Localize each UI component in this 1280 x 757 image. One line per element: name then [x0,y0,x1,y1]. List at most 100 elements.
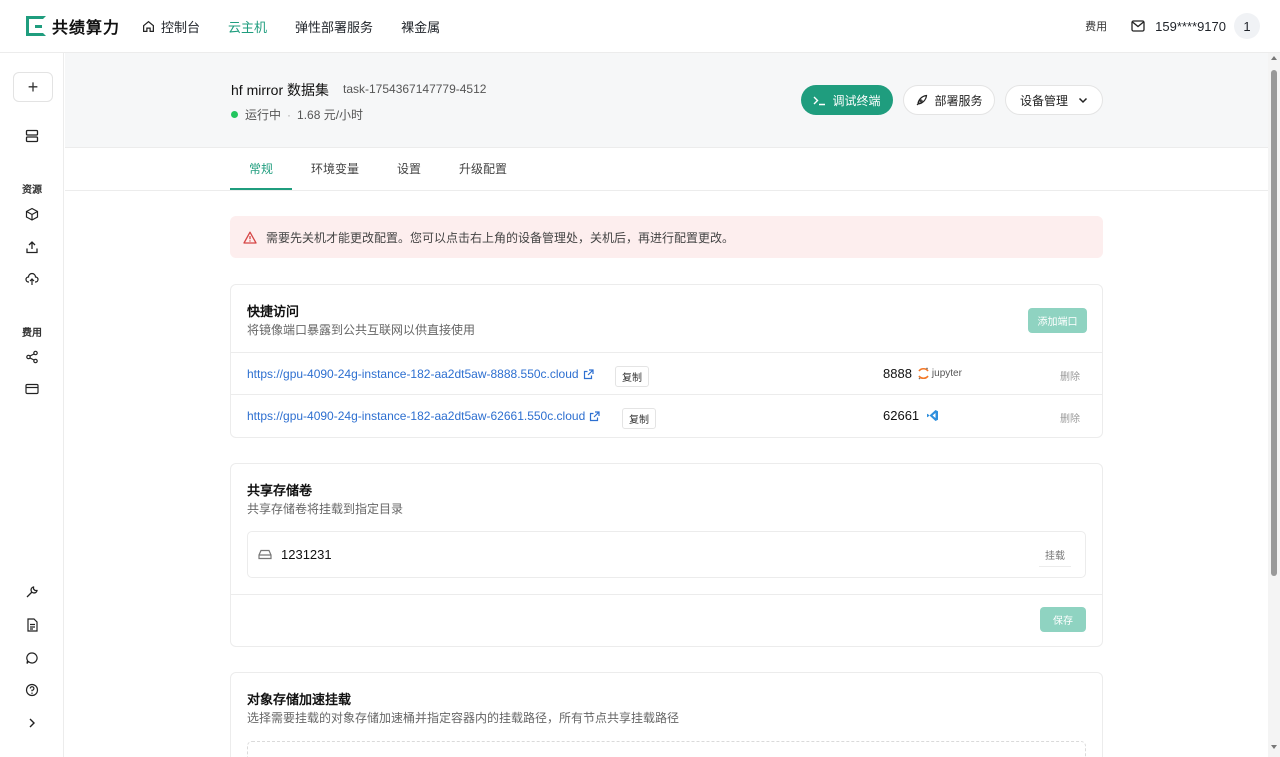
jupyter-icon [918,367,929,380]
instance-price: 1.68 元/小时 [297,108,364,122]
upload-icon[interactable] [22,237,42,257]
sidebar-section-fees: 费用 [22,328,42,339]
nav-item-label: 弹性部署服务 [295,19,374,35]
port-number-text: 8888 [883,366,912,381]
port-number: 8888 jupyter [883,366,962,381]
avatar[interactable]: 1 [1234,13,1260,39]
port-url-text: https://gpu-4090-24g-instance-182-aa2dt5… [247,409,586,423]
shared-storage-subtitle: 共享存储卷将挂载到指定目录 [247,502,404,516]
object-storage-title: 对象存储加速挂载 [247,692,352,707]
volume-row: 1231231 挂载 [247,531,1086,578]
scrollbar[interactable] [1268,53,1280,757]
debug-terminal-label: 调试终端 [832,93,881,108]
chat-icon[interactable] [22,648,42,668]
deploy-service-label: 部署服务 [934,93,983,108]
top-navbar: 共绩算力 控制台 云主机 弹性部署服务 裸金属 费用 159****9170 1 [0,0,1280,53]
object-storage-card: 对象存储加速挂载 选择需要挂载的对象存储加速桶并指定容器内的挂载路径，所有节点共… [230,672,1103,757]
status-separator: · [287,107,292,122]
nav-fee-link[interactable]: 费用 [1085,18,1107,34]
instance-status: 运行中 · 1.68 元/小时 [231,106,363,123]
instance-header: hf mirror 数据集 task-1754367147779-4512 运行… [65,53,1268,148]
alert-text: 需要先关机才能更改配置。您可以点击右上角的设备管理处，关机后，再进行配置更改。 [266,230,735,245]
jupyter-badge: jupyter [918,367,962,380]
main-content: hf mirror 数据集 task-1754367147779-4512 运行… [65,53,1268,757]
device-management-label: 设备管理 [1019,93,1068,108]
tab-bar: 常规 环境变量 设置 升级配置 [230,149,526,190]
cloud-upload-icon[interactable] [22,269,42,289]
terminal-icon [813,96,826,105]
volume-name: 1231231 [281,547,332,562]
copy-url-button[interactable]: 复制 [615,366,649,387]
port-number-text: 62661 [883,408,920,423]
document-icon[interactable] [22,615,42,635]
nav-item-label: 控制台 [161,19,201,35]
jupyter-label: jupyter [931,368,962,379]
port-url-text: https://gpu-4090-24g-instance-182-aa2dt5… [247,367,579,381]
divider [231,394,1102,395]
create-button[interactable]: + [13,72,53,102]
chevron-down-icon [1078,97,1088,103]
port-url-link[interactable]: https://gpu-4090-24g-instance-182-aa2dt5… [247,409,600,423]
tab-upgrade-config[interactable]: 升级配置 [440,149,526,190]
shared-storage-card: 共享存储卷 共享存储卷将挂载到指定目录 1231231 挂载 保存 [230,463,1103,647]
nav-item-label: 云主机 [228,19,268,35]
scroll-up-arrow-icon[interactable] [1271,56,1277,60]
brand-logo[interactable]: 共绩算力 [26,14,120,38]
status-text: 运行中 [245,108,282,122]
debug-terminal-button[interactable]: 调试终端 [801,85,893,115]
nav-item-console[interactable]: 控制台 [142,17,200,36]
tab-settings[interactable]: 设置 [378,149,440,190]
port-number: 62661 [883,408,939,423]
save-button[interactable]: 保存 [1040,607,1086,632]
wrench-icon[interactable] [22,582,42,602]
share-icon[interactable] [22,347,42,367]
server-icon[interactable] [22,126,42,146]
add-bucket-dropzone[interactable] [247,741,1086,757]
quick-access-subtitle: 将镜像端口暴露到公共互联网以供直接使用 [247,323,476,337]
nav-item-label: 裸金属 [401,19,441,35]
object-storage-subtitle: 选择需要挂载的对象存储加速桶并指定容器内的挂载路径，所有节点共享挂载路径 [247,711,680,725]
device-management-dropdown[interactable]: 设备管理 [1005,85,1103,115]
external-link-icon [583,368,594,379]
vscode-icon [927,410,939,421]
port-url-link[interactable]: https://gpu-4090-24g-instance-182-aa2dt5… [247,367,594,381]
tab-divider [65,190,1268,191]
mount-button[interactable]: 挂载 [1039,543,1071,567]
cube-icon[interactable] [22,204,42,224]
deploy-service-button[interactable]: 部署服务 [903,85,995,115]
nav-item-bare-metal[interactable]: 裸金属 [401,17,440,36]
rocket-icon [917,94,928,105]
warning-icon [243,231,257,244]
help-icon[interactable] [22,680,42,700]
mail-icon[interactable] [1131,20,1145,32]
hard-drive-icon [258,549,272,560]
quick-access-title: 快捷访问 [247,304,300,319]
user-phone[interactable]: 159****9170 [1155,19,1226,34]
divider [231,352,1102,353]
home-icon [143,20,154,32]
add-port-button[interactable]: 添加端口 [1028,308,1087,333]
delete-port-button[interactable]: 删除 [1060,368,1080,383]
instance-name: hf mirror 数据集 [231,82,329,98]
tab-general[interactable]: 常规 [230,149,293,190]
logo-icon [26,16,46,36]
copy-url-button[interactable]: 复制 [622,408,656,429]
instance-task-id: task-1754367147779-4512 [343,82,487,96]
status-dot-icon [231,111,238,118]
nav-item-elastic-deploy[interactable]: 弹性部署服务 [295,17,373,36]
scrollbar-thumb[interactable] [1271,70,1277,576]
tab-env-vars[interactable]: 环境变量 [292,149,378,190]
nav-item-cloud-host[interactable]: 云主机 [228,17,267,36]
divider [231,594,1102,595]
shared-storage-title: 共享存储卷 [247,483,313,498]
brand-name: 共绩算力 [52,20,121,37]
scroll-down-arrow-icon[interactable] [1271,745,1277,749]
delete-port-button[interactable]: 删除 [1060,410,1080,425]
chevron-right-icon[interactable] [22,713,42,733]
config-warning-alert: 需要先关机才能更改配置。您可以点击右上角的设备管理处，关机后，再进行配置更改。 [230,216,1103,258]
sidebar-section-resources: 资源 [22,185,42,196]
credit-card-icon[interactable] [22,379,42,399]
quick-access-card: 快捷访问 将镜像端口暴露到公共互联网以供直接使用 添加端口 https://gp… [230,284,1103,438]
sidebar: + 资源 费用 [0,53,64,757]
external-link-icon [590,410,600,421]
